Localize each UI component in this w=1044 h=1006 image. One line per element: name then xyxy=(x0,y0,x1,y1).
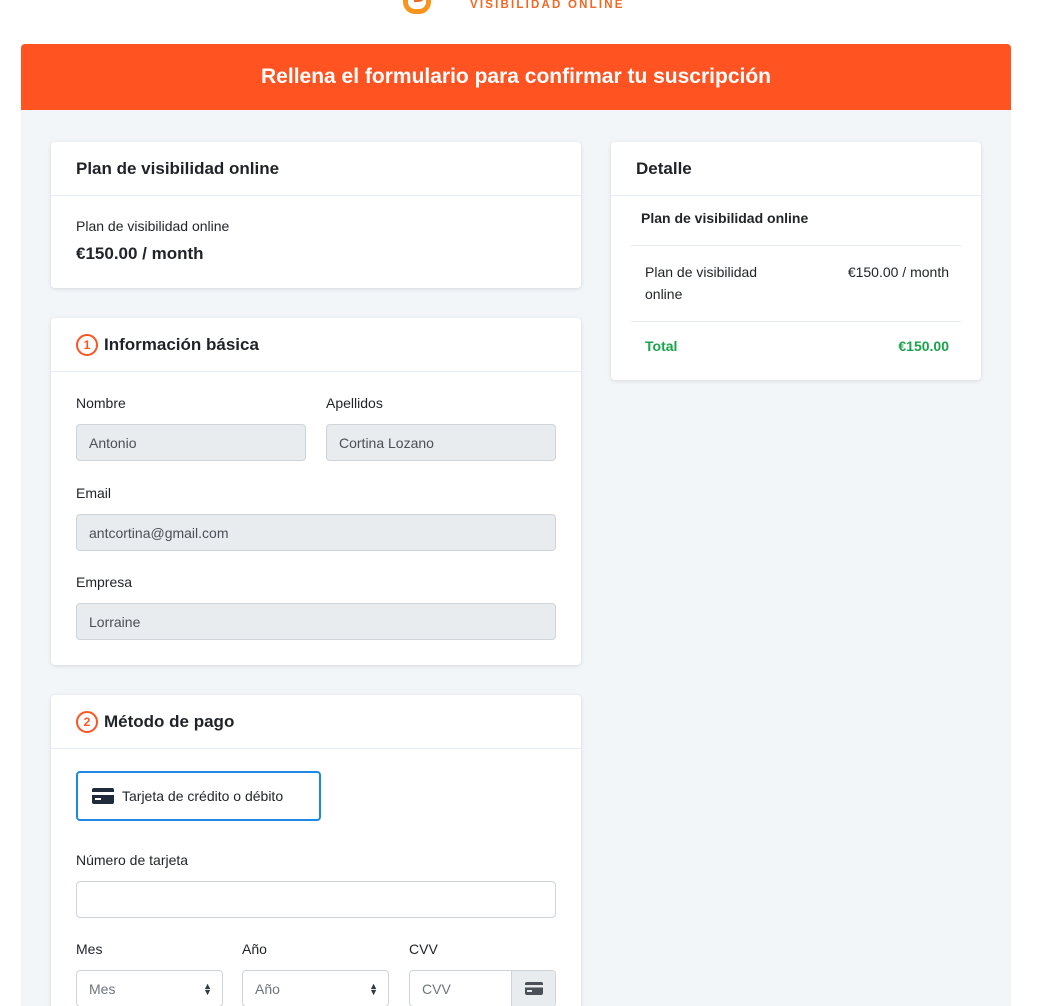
detail-total-value: €150.00 xyxy=(898,338,949,354)
email-label: Email xyxy=(76,485,112,501)
year-label: Año xyxy=(242,941,267,957)
plan-card-title: Plan de visibilidad online xyxy=(51,142,581,196)
last-name-field[interactable]: Cortina Lozano xyxy=(326,424,556,461)
month-selected: Mes xyxy=(89,980,116,997)
cvv-placeholder: CVV xyxy=(422,980,451,997)
brand-logo: VISIBILIDAD ONLINE xyxy=(400,0,622,14)
plan-price: €150.00 / month xyxy=(76,244,204,263)
payment-title: Método de pago xyxy=(104,711,235,731)
basic-info-card: 1 Información básica Nombre Antonio Apel… xyxy=(51,318,581,665)
first-name-label: Nombre xyxy=(76,395,126,411)
company-field[interactable]: Lorraine xyxy=(76,603,556,640)
basic-info-title: Información básica xyxy=(104,334,259,354)
detail-title: Detalle xyxy=(611,142,981,196)
credit-card-icon xyxy=(92,788,114,804)
step-2-badge: 2 xyxy=(76,710,98,733)
basic-info-header: 1 Información básica xyxy=(51,318,581,372)
plan-card: Plan de visibilidad online Plan de visib… xyxy=(51,142,581,288)
detail-item-name: Plan de visibilidad online xyxy=(645,264,758,302)
year-select[interactable]: Año ▲ ▼ xyxy=(242,970,389,1006)
year-selected: Año xyxy=(255,980,280,997)
first-name-field[interactable]: Antonio xyxy=(76,424,306,461)
month-label: Mes xyxy=(76,941,103,957)
detail-section-title: Plan de visibilidad online xyxy=(641,210,809,226)
card-method-label: Tarjeta de crédito o débito xyxy=(122,788,284,804)
payment-header: 2 Método de pago xyxy=(51,695,581,749)
form-panel: Plan de visibilidad online Plan de visib… xyxy=(21,110,1011,1006)
detail-divider xyxy=(631,245,961,246)
detail-divider xyxy=(631,321,961,322)
logo-tagline: VISIBILIDAD ONLINE xyxy=(470,0,625,11)
detail-total-label: Total xyxy=(645,338,678,354)
card-method-button[interactable]: Tarjeta de crédito o débito xyxy=(76,771,321,821)
company-label: Empresa xyxy=(76,574,133,590)
detail-item-price: €150.00 / month xyxy=(847,264,949,280)
cvv-input[interactable]: CVV xyxy=(409,970,556,1006)
plan-name: Plan de visibilidad online xyxy=(76,218,230,234)
cvv-card-icon xyxy=(511,971,555,1006)
banner-title: Rellena el formulario para confirmar tu … xyxy=(261,65,771,88)
select-arrows-icon: ▲ ▼ xyxy=(203,980,212,997)
detail-card: Detalle Plan de visibilidad online Plan … xyxy=(611,142,981,380)
step-1-badge: 1 xyxy=(76,333,98,356)
logo-icon xyxy=(400,0,434,14)
select-arrows-icon: ▲ ▼ xyxy=(369,980,378,997)
month-select[interactable]: Mes ▲ ▼ xyxy=(76,970,223,1006)
payment-card: 2 Método de pago Tarjeta de crédito o dé… xyxy=(51,695,581,1006)
form-banner: Rellena el formulario para confirmar tu … xyxy=(21,44,1011,110)
cvv-label: CVV xyxy=(409,941,438,957)
email-field[interactable]: antcortina@gmail.com xyxy=(76,514,556,551)
card-number-label: Número de tarjeta xyxy=(76,852,189,868)
card-number-input[interactable] xyxy=(76,881,556,918)
last-name-label: Apellidos xyxy=(326,395,383,411)
